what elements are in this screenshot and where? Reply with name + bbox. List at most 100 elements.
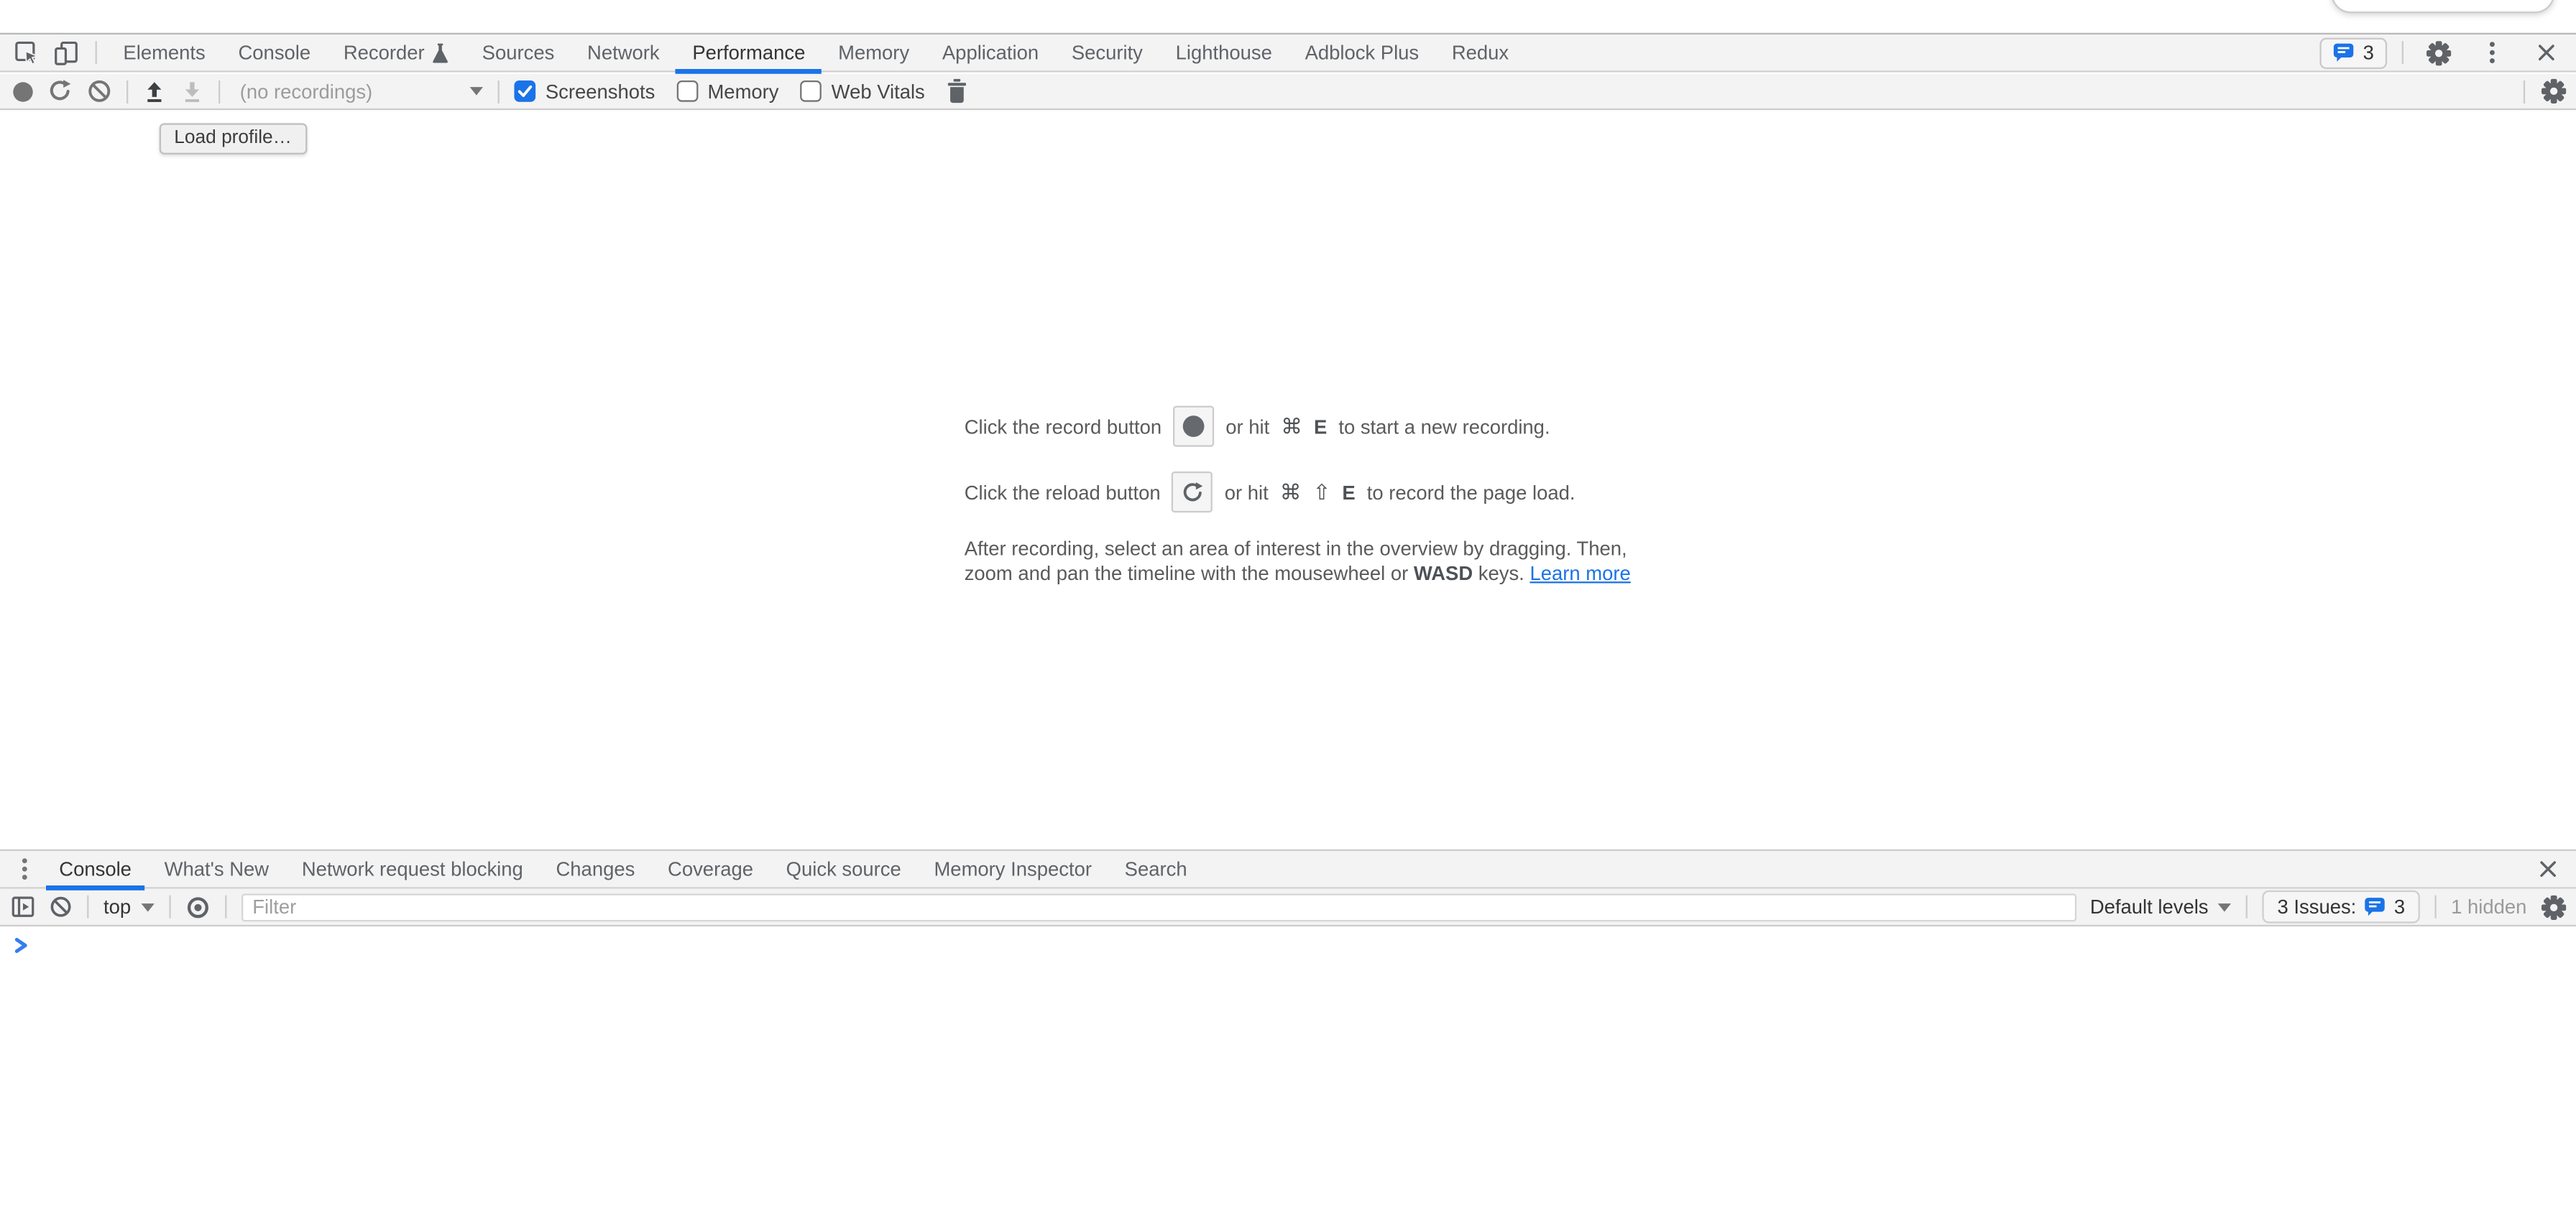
screenshots-checkbox[interactable]: Screenshots — [514, 80, 655, 103]
tab-network[interactable]: Network — [571, 33, 676, 73]
checkbox-checked-icon — [514, 80, 535, 102]
divider — [224, 896, 226, 919]
tab-application[interactable]: Application — [926, 33, 1055, 73]
drawer-tab-network-request-blocking[interactable]: Network request blocking — [285, 850, 540, 888]
close-icon — [2536, 42, 2556, 62]
drawer-tab-whats-new[interactable]: What's New — [148, 850, 285, 888]
inline-reload-button[interactable] — [1172, 471, 1213, 512]
gear-icon — [2426, 40, 2450, 65]
garbage-collect-button[interactable] — [946, 79, 967, 103]
drawer-tab-quick-source[interactable]: Quick source — [770, 850, 918, 888]
trash-icon — [946, 79, 967, 103]
chevron-down-icon — [2218, 903, 2231, 911]
chevron-down-icon — [141, 903, 154, 911]
tab-recorder-label: Recorder — [344, 33, 425, 73]
reload-and-record-button[interactable] — [47, 79, 72, 103]
tab-recorder[interactable]: Recorder — [327, 33, 466, 73]
log-levels-dropdown[interactable]: Default levels — [2090, 896, 2232, 919]
issues-counter-button[interactable]: 3 — [2320, 37, 2387, 68]
clear-recording-button[interactable] — [87, 79, 111, 103]
divider — [87, 896, 88, 919]
screenshots-label: Screenshots — [546, 80, 655, 103]
console-messages-area[interactable] — [0, 926, 2576, 1206]
more-options-button[interactable] — [2472, 33, 2512, 73]
experiment-flask-icon — [433, 42, 449, 63]
save-profile-button[interactable] — [180, 80, 203, 103]
console-settings-button[interactable] — [2542, 895, 2566, 919]
record-button[interactable] — [13, 81, 32, 101]
load-profile-tooltip: Load profile… — [160, 123, 307, 154]
tab-elements[interactable]: Elements — [107, 33, 222, 73]
help-line2-post: keys. — [1478, 561, 1524, 584]
drawer-tab-console[interactable]: Console — [42, 850, 147, 888]
hidden-messages-count: 1 hidden — [2451, 896, 2526, 919]
console-prompt[interactable] — [13, 936, 29, 954]
inspect-element-button[interactable] — [6, 33, 46, 73]
inspect-cursor-icon — [14, 40, 38, 65]
drawer-tab-search[interactable]: Search — [1108, 850, 1204, 888]
issues-button[interactable]: 3 Issues: 3 — [2263, 890, 2420, 924]
create-live-expression-button[interactable] — [185, 895, 210, 919]
eye-icon — [185, 895, 210, 919]
tab-lighthouse[interactable]: Lighthouse — [1159, 33, 1289, 73]
wasd-keys: WASD — [1414, 561, 1473, 584]
record-icon — [1183, 415, 1205, 437]
load-profile-button[interactable] — [143, 80, 166, 103]
reload-instruction-row: Click the reload button or hit ⌘ ⇧ E to … — [965, 471, 1631, 512]
drawer-tab-coverage[interactable]: Coverage — [651, 850, 770, 888]
tab-security[interactable]: Security — [1055, 33, 1159, 73]
context-label: top — [104, 896, 131, 919]
drawer-tabbar: Console What's New Network request block… — [0, 851, 2576, 889]
issues-count: 3 — [2363, 41, 2374, 64]
tabbar-right-controls: 3 — [2320, 33, 2566, 73]
settings-button[interactable] — [2419, 33, 2458, 73]
web-vitals-checkbox[interactable]: Web Vitals — [800, 80, 925, 103]
recordings-dropdown[interactable]: (no recordings) — [240, 80, 483, 103]
tab-redux[interactable]: Redux — [1435, 33, 1525, 73]
console-filter-input[interactable] — [241, 893, 2076, 921]
show-sidebar-icon — [12, 896, 34, 919]
upload-icon — [143, 80, 166, 103]
close-devtools-button[interactable] — [2526, 33, 2566, 73]
tab-performance[interactable]: Performance — [676, 33, 822, 73]
divider — [126, 80, 128, 103]
capture-settings-button[interactable] — [2542, 79, 2566, 103]
drawer-more-tools-button[interactable] — [6, 850, 42, 888]
tab-sources[interactable]: Sources — [466, 33, 571, 73]
message-bubble-icon — [2365, 897, 2386, 916]
learn-more-link[interactable]: Learn more — [1530, 561, 1630, 584]
memory-checkbox[interactable]: Memory — [676, 80, 778, 103]
perf-toolbar-right — [2524, 79, 2566, 103]
record-icon — [13, 81, 32, 101]
reload-icon — [1181, 481, 1204, 504]
record-instruction-suffix: to start a new recording. — [1338, 415, 1550, 438]
gear-icon — [2542, 79, 2566, 103]
issues-label: 3 Issues: — [2278, 896, 2357, 919]
browser-popup-remnant — [2331, 0, 2554, 13]
reload-instruction-prefix: Click the reload button — [965, 481, 1161, 504]
record-instruction-row: Click the record button or hit ⌘ E to st… — [965, 406, 1631, 447]
device-toolbar-button[interactable] — [46, 33, 86, 73]
drawer-tab-changes[interactable]: Changes — [540, 850, 652, 888]
drawer-tab-memory-inspector[interactable]: Memory Inspector — [918, 850, 1108, 888]
kebab-menu-icon — [22, 857, 28, 880]
tab-console[interactable]: Console — [222, 33, 327, 73]
performance-empty-state: Click the record button or hit ⌘ E to st… — [965, 406, 1631, 585]
clear-console-button[interactable] — [50, 896, 73, 919]
command-key-glyph: ⌘ — [1280, 479, 1302, 505]
tab-memory[interactable]: Memory — [822, 33, 926, 73]
recordings-dropdown-label: (no recordings) — [240, 80, 372, 103]
console-sidebar-toggle-button[interactable] — [12, 896, 34, 919]
reload-instruction-suffix: to record the page load. — [1367, 481, 1576, 504]
javascript-context-dropdown[interactable]: top — [104, 896, 154, 919]
shortcut-key-e: E — [1342, 481, 1355, 504]
tab-adblock-plus[interactable]: Adblock Plus — [1289, 33, 1435, 73]
checkbox-unchecked-icon — [800, 80, 822, 102]
clear-block-icon — [87, 79, 111, 103]
divider — [2402, 41, 2404, 64]
gear-icon — [2542, 895, 2566, 919]
divider — [2524, 80, 2525, 103]
close-drawer-button[interactable] — [2530, 850, 2566, 888]
inline-record-button[interactable] — [1173, 406, 1214, 447]
console-prompt-chevron-icon — [13, 936, 29, 954]
